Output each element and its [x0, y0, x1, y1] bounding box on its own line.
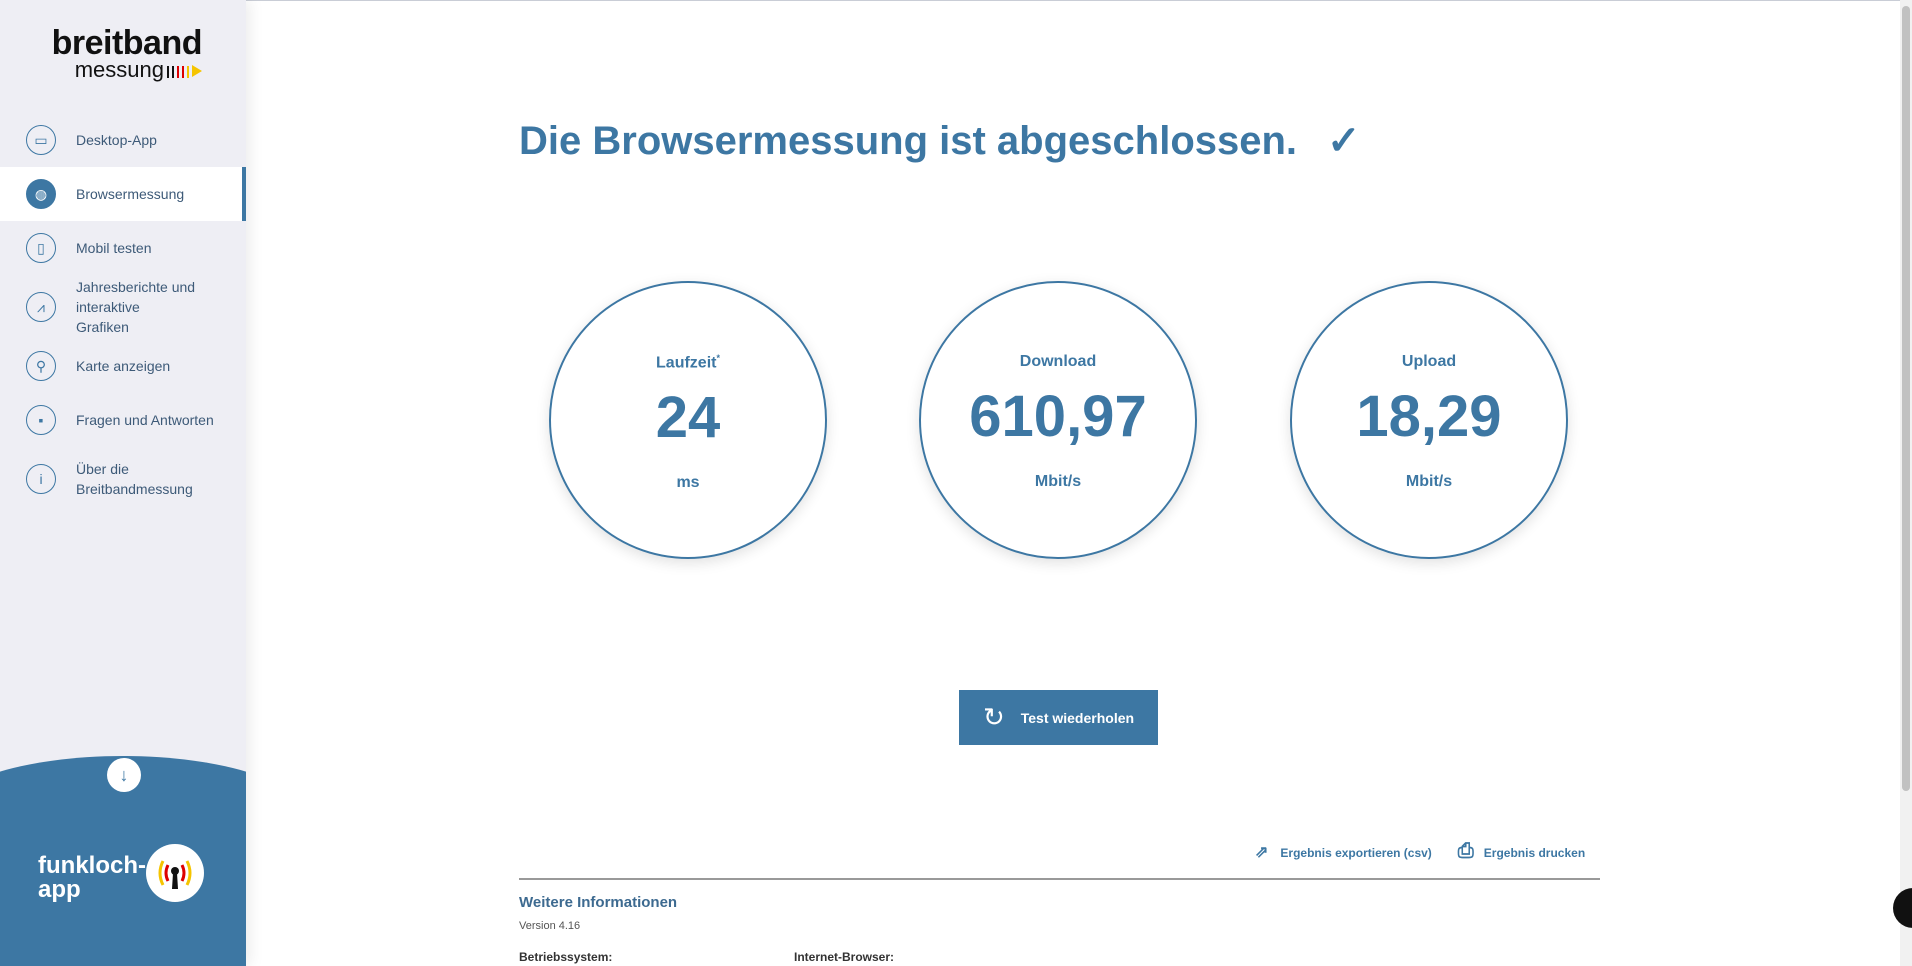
logo-line1: breitband	[51, 24, 203, 62]
result-unit: Mbit/s	[1034, 473, 1082, 490]
sidebar-item-label: Desktop-App	[76, 132, 157, 148]
sidebar-item-karte[interactable]: ⚲ Karte anzeigen	[0, 339, 246, 393]
refresh-icon: ↻	[982, 702, 1005, 732]
sidebar-item-label: Über die Breitbandmessung	[76, 461, 193, 497]
print-label: Ergebnis drucken	[1483, 846, 1586, 860]
divider	[519, 878, 1600, 880]
antenna-icon[interactable]	[146, 844, 204, 902]
repeat-test-label: Test wiederholen	[1020, 709, 1135, 726]
sidebar-item-desktop-app[interactable]: ▭ Desktop-App	[0, 113, 246, 167]
result-label: Laufzeit*	[551, 353, 825, 372]
window-top-border	[0, 0, 1912, 1]
result-label: Download	[1019, 353, 1097, 370]
arrow-down-icon[interactable]: ↓	[107, 758, 141, 792]
os-label: Betriebssystem:	[519, 950, 613, 964]
result-label-text: Laufzeit	[656, 354, 717, 372]
footnote-marker: *	[716, 353, 720, 363]
chat-icon: ▪	[26, 405, 56, 435]
monitor-icon: ▭	[26, 125, 56, 155]
result-value: 24	[655, 385, 721, 451]
play-icon	[192, 65, 202, 78]
browser-label: Internet-Browser:	[794, 950, 895, 964]
scrollbar[interactable]	[1900, 0, 1912, 966]
result-laufzeit: Laufzeit* 24 ms	[549, 281, 827, 559]
result-value: 610,97	[969, 384, 1147, 449]
print-link[interactable]: ⎙ Ergebnis drucken	[1458, 840, 1585, 863]
more-info-heading: Weitere Informationen	[519, 894, 678, 911]
sidebar: breitband messung ▭ Desktop-App ◍ Browserm…	[0, 0, 246, 966]
info-icon: i	[26, 464, 56, 494]
export-csv-link[interactable]: ⇗ Ergebnis exportieren (csv)	[1255, 842, 1432, 862]
page-title: Die Browsermessung ist abgeschlossen. ✓	[519, 118, 1361, 164]
result-upload: Upload 18,29 Mbit/s	[1290, 281, 1568, 559]
export-label: Ergebnis exportieren (csv)	[1280, 845, 1432, 860]
floating-button[interactable]	[1893, 888, 1912, 928]
phone-icon: ▯	[26, 233, 56, 263]
result-value: 18,29	[1356, 384, 1502, 449]
result-unit: ms	[676, 474, 700, 492]
breitbandmessung-logo[interactable]: breitband messung	[50, 24, 203, 82]
version-text: Version 4.16	[519, 920, 581, 932]
sidebar-item-mobil-testen[interactable]: ▯ Mobil testen	[0, 221, 246, 275]
sidebar-item-label: Browsermessung	[76, 186, 185, 202]
logo-line2-text: messung	[74, 57, 164, 82]
flag-bars-icon	[164, 61, 189, 81]
printer-icon: ⎙	[1457, 840, 1474, 862]
result-actions: ⇗ Ergebnis exportieren (csv) ⎙ Ergebnis dr…	[1255, 840, 1585, 863]
chart-icon: ⩘	[26, 292, 56, 322]
share-icon: ⇗	[1255, 843, 1269, 861]
sidebar-item-jahresberichte[interactable]: ⩘ Jahresberichte und interaktive Grafiken	[0, 275, 246, 339]
sidebar-nav: ▭ Desktop-App ◍ Browsermessung ▯ Mobil test…	[0, 113, 246, 511]
logo-line2: messung	[50, 57, 202, 82]
sidebar-item-label: Jahresberichte und interaktive Grafiken	[76, 279, 196, 335]
sidebar-item-label: Mobil testen	[76, 240, 152, 256]
repeat-test-button[interactable]: ↻ Test wiederholen	[959, 690, 1158, 745]
result-unit: Mbit/s	[1405, 473, 1453, 490]
funkloch-app-link[interactable]: funkloch- app	[38, 854, 146, 902]
result-download: Download 610,97 Mbit/s	[919, 281, 1197, 559]
globe-icon: ◍	[26, 179, 56, 209]
result-label: Upload	[1401, 353, 1457, 370]
scrollbar-thumb[interactable]	[1902, 6, 1910, 791]
sidebar-item-label: Karte anzeigen	[76, 358, 171, 374]
sidebar-item-faq[interactable]: ▪ Fragen und Antworten	[0, 393, 246, 447]
sidebar-item-ueber[interactable]: i Über die Breitbandmessung	[0, 447, 246, 511]
checkmark-icon: ✓	[1327, 119, 1361, 163]
map-pin-icon: ⚲	[26, 351, 56, 381]
title-text: Die Browsermessung ist abgeschlossen.	[519, 119, 1298, 163]
sidebar-item-browsermessung[interactable]: ◍ Browsermessung	[0, 167, 246, 221]
sidebar-item-label: Fragen und Antworten	[76, 412, 214, 428]
